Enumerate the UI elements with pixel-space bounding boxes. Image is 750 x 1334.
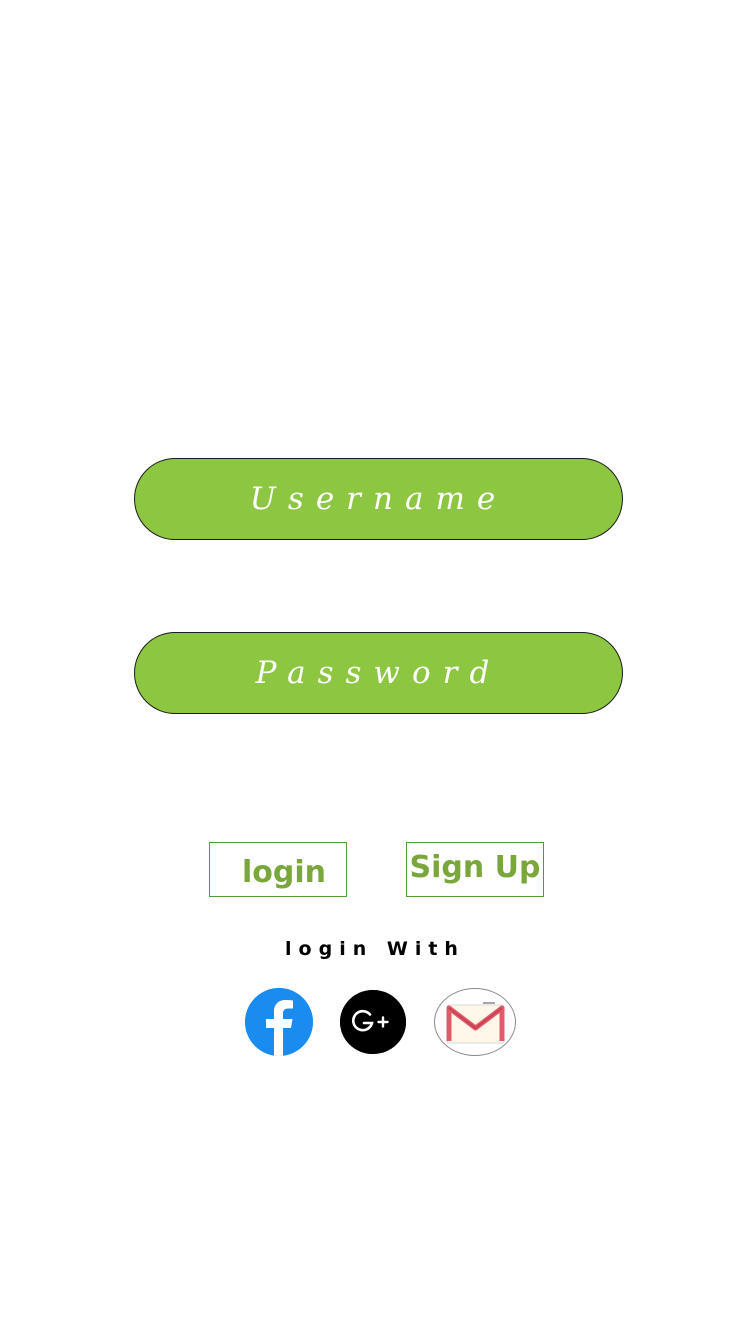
password-input[interactable]: [135, 633, 622, 713]
login-button[interactable]: login: [209, 842, 347, 897]
password-field-container: [134, 632, 623, 714]
username-input[interactable]: [135, 459, 622, 539]
google-plus-icon: [340, 990, 406, 1054]
login-screen: login Sign Up login With: [0, 0, 750, 1334]
facebook-login-button[interactable]: [245, 988, 313, 1056]
gmail-icon: [446, 1002, 505, 1044]
login-with-heading: login With: [285, 938, 465, 960]
signup-button[interactable]: Sign Up: [406, 842, 544, 897]
gmail-login-button[interactable]: [434, 988, 516, 1056]
google-plus-login-button[interactable]: [340, 990, 406, 1054]
facebook-icon: [245, 988, 313, 1056]
username-field-container: [134, 458, 623, 540]
